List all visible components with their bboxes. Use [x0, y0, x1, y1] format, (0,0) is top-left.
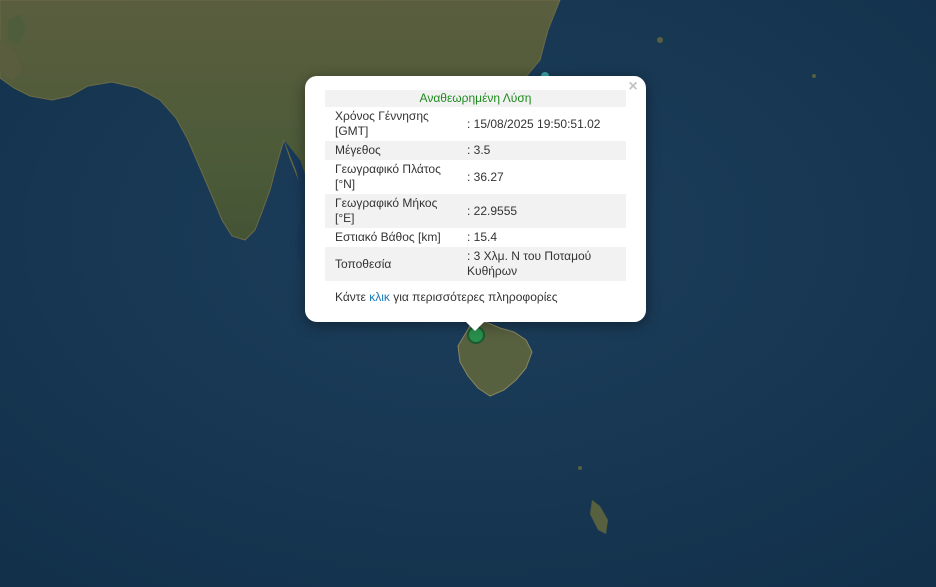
more-info-prefix: Κάντε: [335, 290, 370, 304]
table-row: Χρόνος Γέννησης [GMT] : 15/08/2025 19:50…: [325, 107, 626, 141]
latitude-label: Γεωγραφικό Πλάτος [°N]: [335, 162, 441, 191]
more-info-text: Κάντε κλικ για περισσότερες πληροφορίες: [335, 290, 558, 304]
magnitude-value: : 3.5: [457, 141, 626, 160]
table-row: Γεωγραφικό Πλάτος [°N] : 36.27: [325, 160, 626, 194]
depth-value: : 15.4: [467, 230, 498, 244]
earthquake-info-table: Αναθεωρημένη Λύση Χρόνος Γέννησης [GMT] …: [325, 90, 626, 281]
header-row: Αναθεωρημένη Λύση: [325, 90, 626, 107]
tiny-islet: [657, 37, 663, 43]
origin-time-label: Χρόνος Γέννησης [GMT]: [335, 109, 429, 138]
close-icon[interactable]: ×: [626, 79, 640, 95]
tiny-islet: [812, 74, 816, 78]
tiny-islet: [578, 466, 582, 470]
latitude-value: : 36.27: [467, 169, 504, 184]
popup-tip: [465, 321, 485, 331]
table-row: Εστιακό Βάθος [km] : 15.4: [325, 228, 626, 247]
longitude-value: : 22.9555: [457, 194, 626, 228]
longitude-label: Γεωγραφικό Μήκος [°E]: [325, 194, 457, 228]
depth-label: Εστιακό Βάθος [km]: [335, 230, 441, 244]
magnitude-label: Μέγεθος: [325, 141, 457, 160]
origin-time-value: : 15/08/2025 19:50:51.02: [467, 116, 601, 131]
table-row: Γεωγραφικό Μήκος [°E] : 22.9555: [325, 194, 626, 228]
table-row: Τοποθεσία : 3 Χλμ. Ν του Ποταμού Κυθήρων: [325, 247, 626, 281]
popup-header: Αναθεωρημένη Λύση: [325, 90, 626, 107]
more-info-link[interactable]: κλικ: [369, 290, 390, 304]
location-value: : 3 Χλμ. Ν του Ποταμού Κυθήρων: [457, 247, 626, 281]
location-label: Τοποθεσία: [325, 247, 457, 281]
table-row: Μέγεθος : 3.5: [325, 141, 626, 160]
more-info-suffix: για περισσότερες πληροφορίες: [389, 290, 558, 304]
earthquake-popup: × Αναθεωρημένη Λύση Χρόνος Γέννησης [GMT…: [305, 76, 646, 331]
